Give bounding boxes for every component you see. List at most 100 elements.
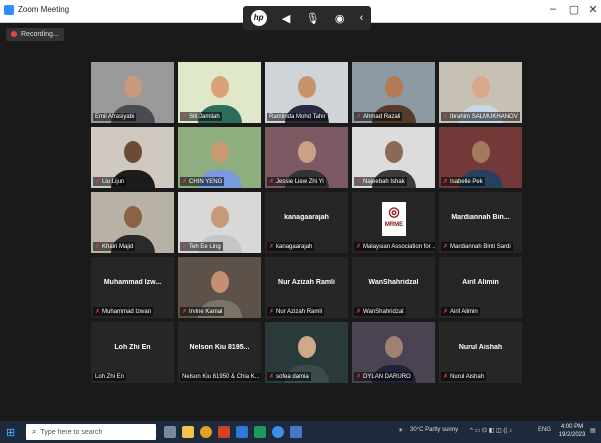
participant-tile[interactable]: kanagaarajah ✗ kanagaarajah bbox=[265, 192, 348, 253]
clock-time: 4:00 PM bbox=[560, 424, 584, 430]
participant-tile[interactable]: Nelson Kiu 8195... Nelson Kiu 81950 & Chi… bbox=[178, 322, 261, 383]
muted-microphone-icon: ✗ bbox=[356, 179, 362, 185]
participant-tile[interactable]: Emil Afrasiyabi bbox=[91, 62, 174, 123]
participant-head bbox=[210, 76, 229, 98]
participant-head bbox=[210, 271, 229, 293]
participant-name: Irvine Kamal bbox=[189, 309, 223, 315]
muted-microphone-icon: ✗ bbox=[443, 374, 449, 380]
muted-microphone-icon: ✗ bbox=[356, 309, 362, 315]
participant-head bbox=[297, 336, 316, 358]
language-label[interactable]: ENG bbox=[538, 427, 551, 433]
clock[interactable]: 4:00 PM 19/2/2023 bbox=[558, 423, 586, 439]
close-button[interactable]: ✕ bbox=[585, 3, 601, 16]
back-icon[interactable]: ‹ bbox=[360, 12, 364, 24]
participant-display-name: WanShahridzal bbox=[368, 279, 419, 286]
recording-label: Recording... bbox=[21, 31, 59, 38]
muted-microphone-icon: ✗ bbox=[95, 309, 101, 315]
sound-icon[interactable]: ◀ bbox=[282, 12, 290, 25]
participant-name: WanShahridzal bbox=[363, 309, 404, 315]
participant-tile[interactable]: ✗ Irvine Kamal bbox=[178, 257, 261, 318]
participant-tile[interactable]: Airil Alimin ✗ Airil Alimin bbox=[439, 257, 522, 318]
participant-tile[interactable]: ◎ MRME ✗ Malaysian Association for ... bbox=[352, 192, 435, 253]
microphone-icon[interactable]: 🎙 bbox=[306, 12, 320, 25]
participant-name-label: ✗ DYLAN DARURO bbox=[354, 372, 413, 381]
camera-icon[interactable]: ◉ bbox=[335, 12, 345, 25]
participant-tile[interactable]: Loh Zhi En Loh Zhi En bbox=[91, 322, 174, 383]
participant-name-label: Emil Afrasiyabi bbox=[93, 113, 137, 121]
system-tray-icons[interactable]: ^ ▭ ⌬ ◧ ◫ (( ♪ bbox=[470, 427, 512, 434]
participant-display-name: Muhammad Izw... bbox=[103, 279, 162, 286]
search-icon: ⌕ bbox=[32, 427, 37, 436]
participant-name: Nelson Kiu 81950 & Chia K... bbox=[182, 374, 260, 380]
participant-tile[interactable]: WanShahridzal ✗ WanShahridzal bbox=[352, 257, 435, 318]
participant-tile[interactable]: ✗ sofea damia bbox=[265, 322, 348, 383]
participant-tile[interactable]: Muhammad Izw... ✗ Muhammad Izwan bbox=[91, 257, 174, 318]
participant-name-label: Nelson Kiu 81950 & Chia K... bbox=[180, 373, 261, 381]
participant-name-label: ✗ Khairi Majid bbox=[93, 242, 136, 251]
participant-name: Ramlinda Mohd Tahir bbox=[269, 114, 326, 120]
muted-microphone-icon: ✗ bbox=[269, 309, 275, 315]
participant-tile[interactable]: ✗ Siti Jamilah bbox=[178, 62, 261, 123]
participant-tile[interactable]: ✗ Najeebah Ishak bbox=[352, 127, 435, 188]
participant-name-label: ✗ CHIN YENG bbox=[180, 177, 225, 186]
participant-tile[interactable]: ✗ Isabelle Pek bbox=[439, 127, 522, 188]
participant-tile[interactable]: ✗ Teh Ee Ling bbox=[178, 192, 261, 253]
participant-name-label: ✗ kanagaarajah bbox=[267, 242, 315, 251]
file-explorer-icon[interactable] bbox=[182, 426, 194, 438]
windows-start-icon[interactable]: ⊞ bbox=[6, 426, 15, 439]
minimize-button[interactable]: – bbox=[545, 3, 561, 15]
logo-text: MRME bbox=[384, 222, 404, 228]
window-title: Zoom Meeting bbox=[18, 5, 70, 14]
participant-tile[interactable]: Nurul Aishah ✗ Nurul Aishah bbox=[439, 322, 522, 383]
participant-name: Nurul Aishah bbox=[450, 374, 485, 380]
participant-tile[interactable]: ✗ Liu Lijun bbox=[91, 127, 174, 188]
participant-display-name: Airil Alimin bbox=[462, 279, 499, 286]
participant-name-label: ✗ sofea damia bbox=[267, 372, 311, 381]
zoom-taskbar-icon[interactable] bbox=[272, 426, 284, 438]
participant-name: Emil Afrasiyabi bbox=[95, 114, 135, 120]
taskbar-search-box[interactable]: ⌕ Type here to search bbox=[26, 424, 156, 440]
app-icon[interactable] bbox=[290, 426, 302, 438]
muted-microphone-icon: ✗ bbox=[95, 244, 101, 250]
participant-display-name: Nelson Kiu 8195... bbox=[189, 344, 250, 351]
zoom-logo-icon bbox=[4, 5, 14, 15]
participant-name-label: ✗ Isabelle Pek bbox=[441, 177, 485, 186]
participant-name: Khairi Majid bbox=[102, 244, 134, 250]
participant-name: CHIN YENG bbox=[189, 179, 223, 185]
weather-icon: ☀ bbox=[398, 428, 404, 434]
participant-name: Nur Azizah Ramli bbox=[276, 309, 323, 315]
muted-microphone-icon: ✗ bbox=[443, 179, 449, 185]
participant-head bbox=[384, 336, 403, 358]
participant-head bbox=[123, 76, 142, 98]
participant-tile[interactable]: ✗ Khairi Majid bbox=[91, 192, 174, 253]
clock-date: 19/2/2023 bbox=[558, 432, 586, 438]
maximize-button[interactable]: ▢ bbox=[566, 3, 582, 16]
participant-name-label: ✗ Airil Alimin bbox=[441, 307, 480, 316]
participant-tile[interactable]: ✗ Jessie Liew Zhi Yi bbox=[265, 127, 348, 188]
participant-name-label: ✗ Muhammad Izwan bbox=[93, 307, 154, 316]
notification-icon[interactable]: ▤ bbox=[590, 427, 596, 434]
participant-tile[interactable]: Nur Azizah Ramli ✗ Nur Azizah Ramli bbox=[265, 257, 348, 318]
participant-tile[interactable]: ✗ Ahmad Razali bbox=[352, 62, 435, 123]
participant-name: Ahmad Razali bbox=[363, 114, 401, 120]
chrome-icon[interactable] bbox=[200, 426, 212, 438]
participant-name: sofea damia bbox=[276, 374, 309, 380]
participant-tile[interactable]: ✗ Ibrahim SALMUKHANOV bbox=[439, 62, 522, 123]
recording-indicator[interactable]: Recording... bbox=[6, 28, 64, 41]
participant-name: Isabelle Pek bbox=[450, 179, 483, 185]
participant-tile[interactable]: ✗ DYLAN DARURO bbox=[352, 322, 435, 383]
participant-head bbox=[384, 76, 403, 98]
muted-microphone-icon: ✗ bbox=[182, 179, 188, 185]
participant-tile[interactable]: Ramlinda Mohd Tahir bbox=[265, 62, 348, 123]
weather-label[interactable]: 30°C Partly sunny bbox=[410, 427, 458, 433]
word-icon[interactable] bbox=[236, 426, 248, 438]
powerpoint-icon[interactable] bbox=[218, 426, 230, 438]
muted-microphone-icon: ✗ bbox=[356, 114, 362, 120]
excel-icon[interactable] bbox=[254, 426, 266, 438]
task-view-icon[interactable] bbox=[164, 426, 176, 438]
muted-microphone-icon: ✗ bbox=[182, 114, 188, 120]
participant-tile[interactable]: Mardiannah Bin... ✗ Mardiannah Binti Sardi bbox=[439, 192, 522, 253]
participant-tile[interactable]: ✗ CHIN YENG bbox=[178, 127, 261, 188]
participant-head bbox=[123, 206, 142, 228]
participant-name-label: ✗ Nurul Aishah bbox=[441, 372, 487, 381]
